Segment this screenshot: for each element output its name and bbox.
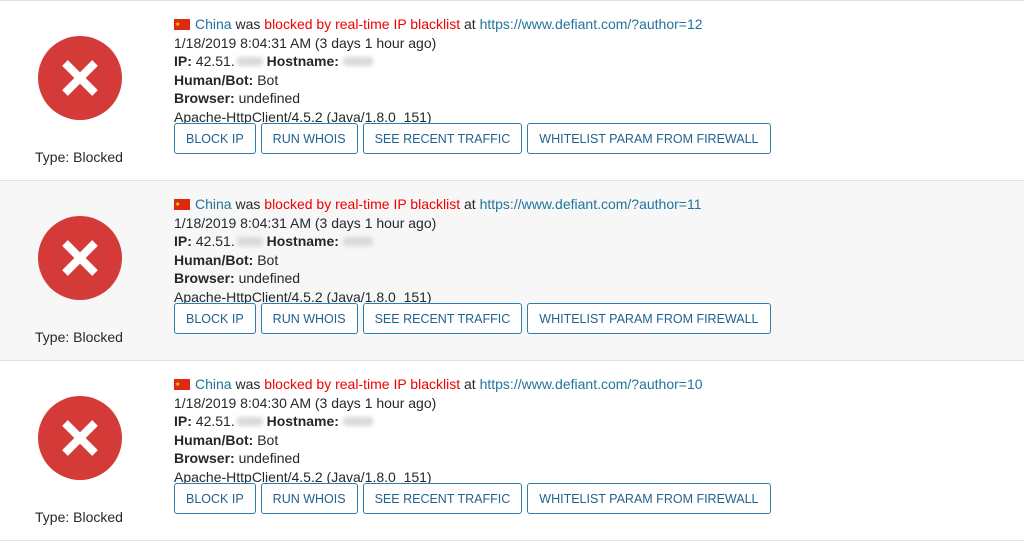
human-bot-label: Human/Bot: bbox=[174, 251, 254, 268]
human-bot-line: Human/Bot: Bot bbox=[174, 71, 703, 90]
status-column: Type: Blocked bbox=[0, 181, 160, 360]
event-summary: China was blocked by real-time IP blackl… bbox=[174, 15, 703, 35]
redacted-hostname bbox=[342, 417, 373, 427]
country-link[interactable]: China bbox=[195, 376, 232, 392]
traffic-entry: Type: Blocked China was blocked by real-… bbox=[0, 181, 1024, 361]
status-column: Type: Blocked bbox=[0, 361, 160, 540]
see-recent-traffic-button[interactable]: SEE RECENT TRAFFIC bbox=[362, 303, 523, 334]
request-url-link[interactable]: https://www.defiant.com/?author=11 bbox=[480, 196, 702, 212]
entry-details: China was blocked by real-time IP blackl… bbox=[174, 195, 702, 307]
block-ip-button[interactable]: BLOCK IP bbox=[174, 123, 256, 154]
block-reason: blocked by real-time IP blacklist bbox=[264, 16, 461, 32]
browser-line: Browser: undefined bbox=[174, 89, 703, 108]
at-text: at bbox=[464, 196, 476, 212]
action-buttons: BLOCK IP RUN WHOIS SEE RECENT TRAFFIC WH… bbox=[174, 303, 771, 334]
human-bot-label: Human/Bot: bbox=[174, 71, 254, 88]
see-recent-traffic-button[interactable]: SEE RECENT TRAFFIC bbox=[362, 483, 523, 514]
type-label: Type: Blocked bbox=[35, 509, 123, 525]
action-buttons: BLOCK IP RUN WHOIS SEE RECENT TRAFFIC WH… bbox=[174, 123, 771, 154]
run-whois-button[interactable]: RUN WHOIS bbox=[260, 303, 358, 334]
run-whois-button[interactable]: RUN WHOIS bbox=[260, 483, 358, 514]
request-url-link[interactable]: https://www.defiant.com/?author=12 bbox=[480, 16, 703, 32]
redacted-ip bbox=[236, 237, 263, 247]
browser-label: Browser: bbox=[174, 90, 235, 107]
ip-hostname-line: IP: 42.51. Hostname: bbox=[174, 412, 703, 431]
was-text: was bbox=[235, 376, 261, 392]
timestamp: 1/18/2019 8:04:31 AM (3 days 1 hour ago) bbox=[174, 34, 437, 51]
redacted-ip bbox=[236, 57, 263, 67]
blocked-x-icon bbox=[38, 36, 122, 120]
china-flag-icon bbox=[174, 196, 190, 215]
at-text: at bbox=[464, 16, 476, 32]
entry-details: China was blocked by real-time IP blackl… bbox=[174, 15, 703, 127]
type-label: Type: Blocked bbox=[35, 149, 123, 165]
traffic-entry: Type: Blocked China was blocked by real-… bbox=[0, 361, 1024, 541]
block-reason: blocked by real-time IP blacklist bbox=[264, 196, 461, 212]
entry-details: China was blocked by real-time IP blackl… bbox=[174, 375, 703, 487]
ip-label: IP: bbox=[174, 53, 192, 70]
ip-hostname-line: IP: 42.51. Hostname: bbox=[174, 52, 703, 71]
redacted-hostname bbox=[342, 57, 373, 67]
browser-value: undefined bbox=[238, 270, 301, 287]
ip-label: IP: bbox=[174, 413, 192, 430]
blocked-x-icon bbox=[38, 216, 122, 300]
china-flag-icon bbox=[174, 376, 190, 395]
country-link[interactable]: China bbox=[195, 196, 232, 212]
block-ip-button[interactable]: BLOCK IP bbox=[174, 483, 256, 514]
was-text: was bbox=[235, 16, 261, 32]
hostname-label: Hostname: bbox=[266, 413, 339, 430]
ip-value: 42.51. bbox=[195, 53, 235, 70]
type-label: Type: Blocked bbox=[35, 329, 123, 345]
live-traffic-list: Type: Blocked China was blocked by real-… bbox=[0, 0, 1024, 541]
timestamp: 1/18/2019 8:04:31 AM (3 days 1 hour ago) bbox=[174, 214, 437, 231]
browser-line: Browser: undefined bbox=[174, 269, 702, 288]
redacted-ip bbox=[236, 417, 263, 427]
traffic-entry: Type: Blocked China was blocked by real-… bbox=[0, 1, 1024, 181]
browser-value: undefined bbox=[238, 90, 301, 107]
block-reason: blocked by real-time IP blacklist bbox=[264, 376, 461, 392]
browser-label: Browser: bbox=[174, 450, 235, 467]
browser-line: Browser: undefined bbox=[174, 449, 703, 468]
was-text: was bbox=[235, 196, 261, 212]
ip-label: IP: bbox=[174, 233, 192, 250]
human-bot-line: Human/Bot: Bot bbox=[174, 431, 703, 450]
at-text: at bbox=[464, 376, 476, 392]
hostname-label: Hostname: bbox=[266, 53, 339, 70]
run-whois-button[interactable]: RUN WHOIS bbox=[260, 123, 358, 154]
ip-hostname-line: IP: 42.51. Hostname: bbox=[174, 232, 702, 251]
action-buttons: BLOCK IP RUN WHOIS SEE RECENT TRAFFIC WH… bbox=[174, 483, 771, 514]
browser-label: Browser: bbox=[174, 270, 235, 287]
ip-value: 42.51. bbox=[195, 233, 235, 250]
human-bot-value: Bot bbox=[257, 251, 279, 268]
hostname-label: Hostname: bbox=[266, 233, 339, 250]
see-recent-traffic-button[interactable]: SEE RECENT TRAFFIC bbox=[362, 123, 523, 154]
request-url-link[interactable]: https://www.defiant.com/?author=10 bbox=[480, 376, 703, 392]
ip-value: 42.51. bbox=[195, 413, 235, 430]
event-summary: China was blocked by real-time IP blackl… bbox=[174, 195, 702, 215]
country-link[interactable]: China bbox=[195, 16, 232, 32]
human-bot-label: Human/Bot: bbox=[174, 431, 254, 448]
human-bot-value: Bot bbox=[257, 71, 279, 88]
redacted-hostname bbox=[342, 237, 373, 247]
whitelist-param-button[interactable]: WHITELIST PARAM FROM FIREWALL bbox=[527, 483, 771, 514]
blocked-x-icon bbox=[38, 396, 122, 480]
event-summary: China was blocked by real-time IP blackl… bbox=[174, 375, 703, 395]
china-flag-icon bbox=[174, 16, 190, 35]
browser-value: undefined bbox=[238, 450, 301, 467]
status-column: Type: Blocked bbox=[0, 1, 160, 180]
timestamp: 1/18/2019 8:04:30 AM (3 days 1 hour ago) bbox=[174, 394, 437, 411]
block-ip-button[interactable]: BLOCK IP bbox=[174, 303, 256, 334]
human-bot-value: Bot bbox=[257, 431, 279, 448]
whitelist-param-button[interactable]: WHITELIST PARAM FROM FIREWALL bbox=[527, 123, 771, 154]
whitelist-param-button[interactable]: WHITELIST PARAM FROM FIREWALL bbox=[527, 303, 771, 334]
human-bot-line: Human/Bot: Bot bbox=[174, 251, 702, 270]
